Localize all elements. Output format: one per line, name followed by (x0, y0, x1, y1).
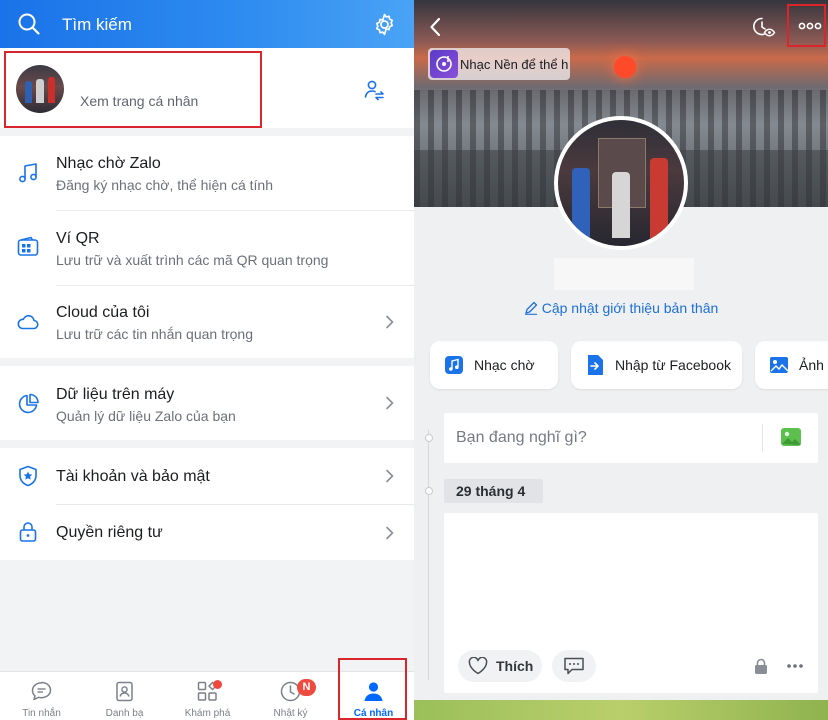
tab-label: Tin nhắn (22, 708, 61, 719)
tab-messages[interactable]: Tin nhắn (0, 672, 83, 720)
music-note-icon (19, 163, 37, 183)
timeline-badge: N (297, 679, 316, 696)
bottom-tab-bar: Tin nhắn Danh bạ Khám phá N Nhật ký Cá n… (0, 671, 414, 720)
menu-item-account-security[interactable]: Tài khoản và bảo mật (0, 448, 414, 504)
contact-card-icon (116, 681, 133, 702)
view-profile-link[interactable]: Xem trang cá nhân (80, 93, 198, 109)
avatar[interactable] (16, 65, 64, 113)
pie-chart-icon (18, 393, 39, 414)
top-bar: Tìm kiếm (0, 0, 414, 48)
menu-item-title: Tài khoản và bảo mật (56, 468, 210, 485)
menu-item-subtitle: Đăng ký nhạc chờ, thể hiện cá tính (56, 177, 273, 193)
tab-discover[interactable]: Khám phá (166, 672, 249, 720)
menu-item-ringback[interactable]: Nhạc chờ Zalo Đăng ký nhạc chờ, thể hiện… (0, 136, 414, 210)
menu-item-subtitle: Lưu trữ và xuất trình các mã QR quan trọ… (56, 252, 329, 268)
menu-item-my-cloud[interactable]: Cloud của tôi Lưu trữ các tin nhắn quan … (0, 286, 414, 358)
menu-item-title: Dữ liệu trên máy (56, 386, 175, 403)
lock-icon (19, 522, 37, 542)
menu-item-subtitle: Lưu trữ các tin nhắn quan trọng (56, 326, 253, 342)
quick-button-label: Nhập từ Facebook (615, 357, 731, 373)
import-facebook-button[interactable]: Nhập từ Facebook (571, 341, 742, 389)
cloud-icon (17, 314, 39, 330)
heart-icon (468, 657, 488, 675)
timeline-post-card: Thích (444, 513, 818, 693)
tab-label: Nhật ký (273, 708, 308, 719)
menu-section-security: Tài khoản và bảo mật Quyền riêng tư (0, 448, 414, 560)
post-more-icon[interactable] (786, 663, 804, 669)
menu-item-title: Ví QR (56, 230, 100, 247)
menu-item-title: Quyền riêng tư (56, 524, 163, 541)
comment-icon (564, 657, 584, 675)
chevron-right-icon (386, 315, 394, 329)
chevron-right-icon (386, 396, 394, 410)
privacy-lock-icon[interactable] (754, 658, 768, 675)
menu-item-qr-wallet[interactable]: Ví QR Lưu trữ và xuất trình các mã QR qu… (0, 211, 414, 285)
tab-timeline[interactable]: N Nhật ký (249, 672, 332, 720)
profile-music-chip[interactable]: Nhạc Nền để thể hiện (428, 48, 570, 80)
profile-avatar[interactable] (554, 116, 688, 250)
menu-section-storage: Dữ liệu trên máy Quản lý dữ liệu Zalo củ… (0, 366, 414, 440)
import-document-icon (588, 355, 603, 375)
chevron-right-icon (386, 526, 394, 540)
like-button[interactable]: Thích (458, 650, 542, 682)
visitor-eye-icon[interactable] (750, 14, 776, 40)
menu-item-title: Cloud của tôi (56, 304, 150, 321)
music-title: Nhạc Nền để thể hiện (460, 57, 568, 72)
switch-account-icon[interactable] (362, 78, 386, 102)
sun-shape (614, 56, 636, 78)
menu-item-privacy[interactable]: Quyền riêng tư (0, 505, 414, 560)
qr-wallet-icon (17, 236, 39, 256)
comment-button[interactable] (552, 650, 596, 682)
chat-bubble-icon (31, 681, 52, 701)
image-picker-icon[interactable] (780, 427, 802, 447)
quick-ringback-button[interactable]: Nhạc chờ (430, 341, 558, 389)
personal-menu-screen: Tìm kiếm Xem trang cá nhân Nhạc chờ Zalo… (0, 0, 414, 720)
quick-button-label: Nhạc chờ (474, 357, 535, 373)
person-icon (364, 682, 383, 701)
music-disc-icon (430, 50, 458, 78)
next-post-preview (414, 700, 828, 720)
photo-icon (770, 357, 789, 373)
timeline-dot (425, 487, 433, 495)
menu-item-subtitle: Quản lý dữ liệu Zalo của bạn (56, 408, 236, 424)
music-app-icon (445, 356, 463, 374)
profile-row[interactable]: Xem trang cá nhân (0, 48, 414, 128)
pencil-icon (524, 301, 537, 315)
search-label[interactable]: Tìm kiếm (62, 15, 132, 35)
timeline-dot (425, 434, 433, 442)
gear-icon[interactable] (372, 12, 397, 37)
timeline-line (428, 430, 429, 680)
menu-item-title: Nhạc chờ Zalo (56, 155, 161, 172)
update-bio-link[interactable]: Cập nhật giới thiệu bản thân (414, 300, 828, 316)
back-arrow-icon[interactable] (428, 16, 444, 38)
tab-contacts[interactable]: Danh bạ (83, 672, 166, 720)
tab-personal[interactable]: Cá nhân (332, 672, 414, 720)
chevron-right-icon (386, 469, 394, 483)
shield-icon (19, 465, 37, 487)
profile-page-screen: Nhạc Nền để thể hiện Cập nhật giới thiệu… (414, 0, 828, 720)
quick-photo-button[interactable]: Ảnh c (755, 341, 828, 389)
display-name (554, 258, 694, 290)
status-composer[interactable]: Bạn đang nghĩ gì? (444, 413, 818, 463)
composer-placeholder: Bạn đang nghĩ gì? (456, 429, 587, 446)
quick-button-label: Ảnh c (799, 357, 828, 373)
menu-item-device-data[interactable]: Dữ liệu trên máy Quản lý dữ liệu Zalo củ… (0, 366, 414, 440)
tab-label: Cá nhân (353, 708, 394, 719)
more-options-icon[interactable] (796, 14, 824, 38)
update-bio-label: Cập nhật giới thiệu bản thân (541, 300, 719, 316)
tab-label: Khám phá (184, 708, 231, 719)
tab-label: Danh bạ (105, 708, 144, 719)
search-icon[interactable] (18, 13, 40, 35)
notification-dot (213, 680, 222, 689)
like-label: Thích (496, 658, 534, 674)
menu-section-features: Nhạc chờ Zalo Đăng ký nhạc chờ, thể hiện… (0, 136, 414, 358)
date-label: 29 tháng 4 (444, 479, 543, 503)
